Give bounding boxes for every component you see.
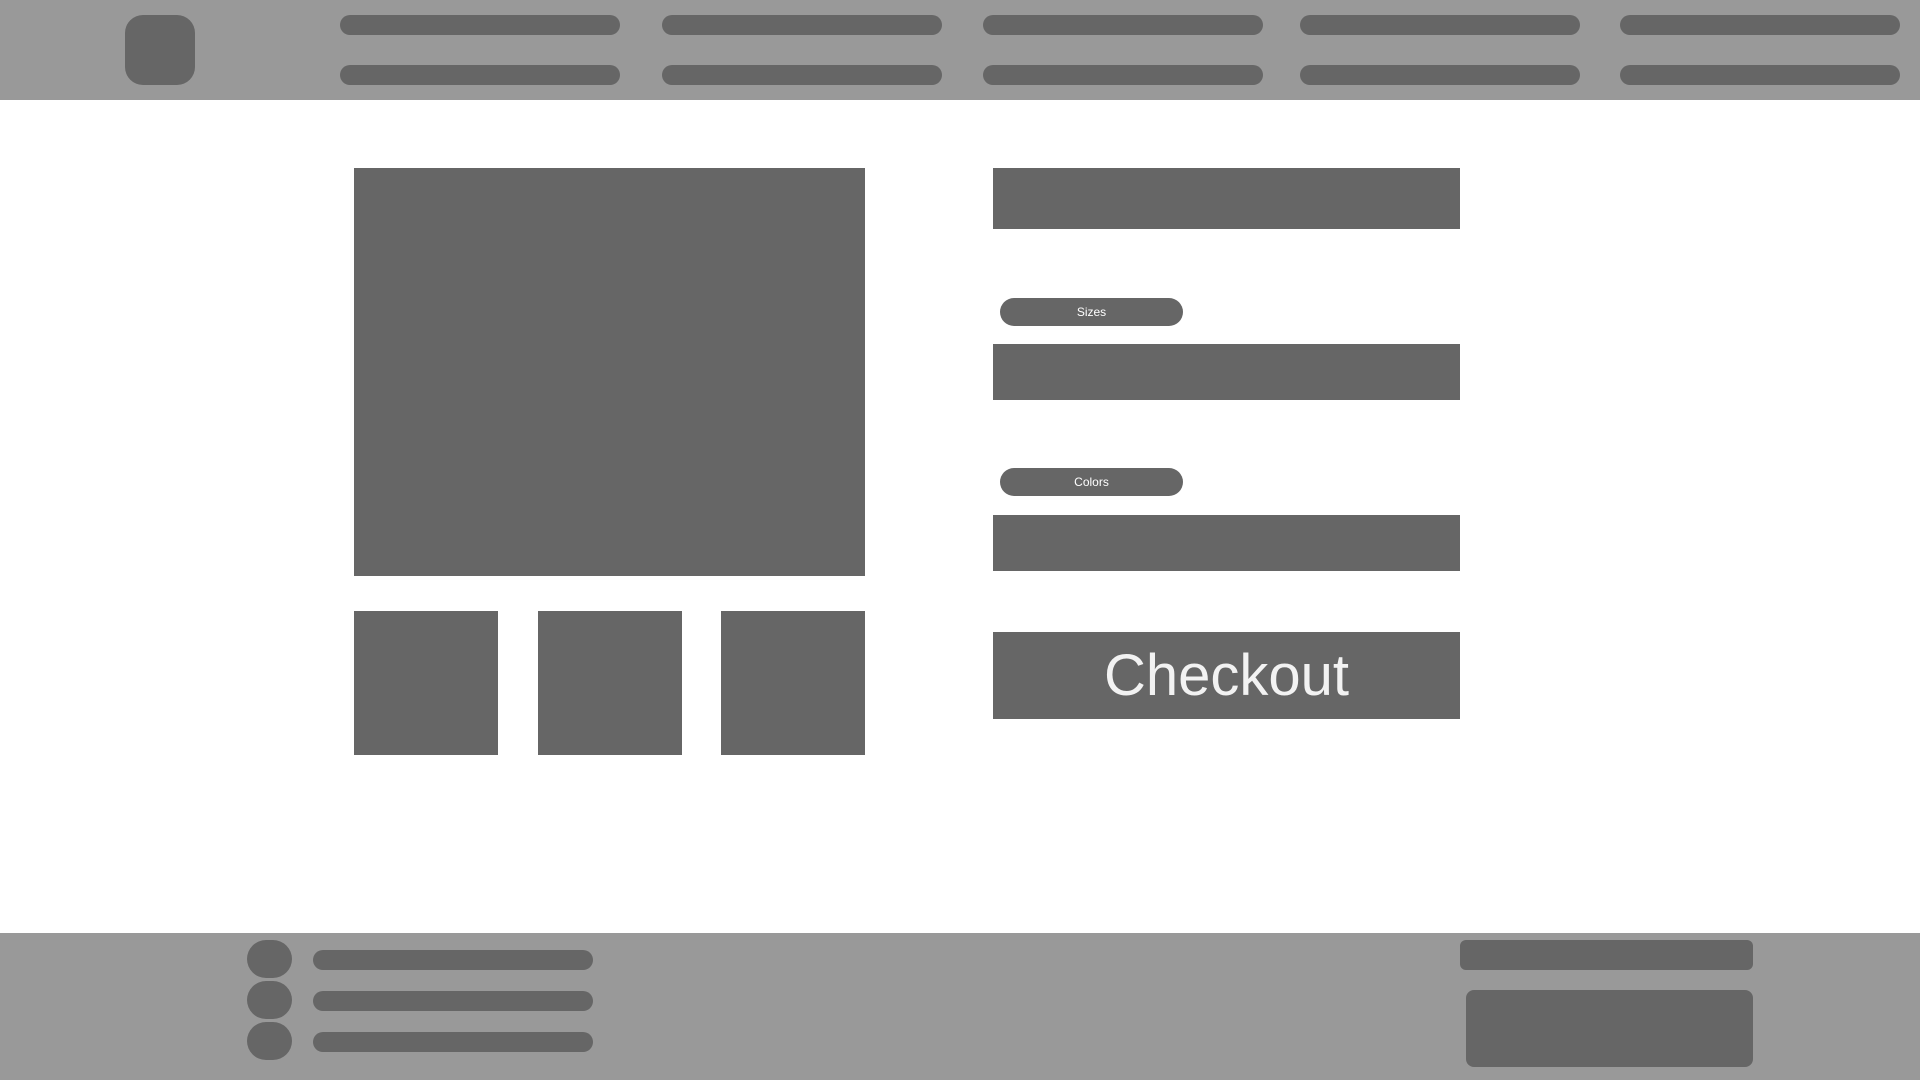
nav-link-7[interactable] — [662, 65, 942, 85]
product-thumbnail-1[interactable] — [354, 611, 498, 755]
sizes-label: Sizes — [1000, 298, 1183, 326]
nav-link-9[interactable] — [1300, 65, 1580, 85]
footer-link-3[interactable] — [313, 1032, 593, 1052]
site-header — [0, 0, 1920, 100]
footer-social-icon-3[interactable] — [247, 1022, 292, 1060]
product-main-image — [354, 168, 865, 576]
footer-social-icon-2[interactable] — [247, 981, 292, 1019]
nav-link-1[interactable] — [340, 15, 620, 35]
footer-input-field[interactable] — [1460, 940, 1753, 970]
footer-link-2[interactable] — [313, 991, 593, 1011]
product-thumbnail-3[interactable] — [721, 611, 865, 755]
checkout-button[interactable]: Checkout — [993, 632, 1460, 719]
site-footer — [0, 933, 1920, 1080]
product-thumbnail-2[interactable] — [538, 611, 682, 755]
product-title-placeholder — [993, 168, 1460, 229]
nav-link-8[interactable] — [983, 65, 1263, 85]
nav-link-2[interactable] — [662, 15, 942, 35]
logo[interactable] — [125, 15, 195, 85]
sizes-select[interactable] — [993, 344, 1460, 400]
colors-select[interactable] — [993, 515, 1460, 571]
nav-link-10[interactable] — [1620, 65, 1900, 85]
footer-submit-button[interactable] — [1466, 990, 1753, 1067]
nav-link-6[interactable] — [340, 65, 620, 85]
nav-link-5[interactable] — [1620, 15, 1900, 35]
nav-link-3[interactable] — [983, 15, 1263, 35]
footer-social-icon-1[interactable] — [247, 940, 292, 978]
colors-label: Colors — [1000, 468, 1183, 496]
nav-link-4[interactable] — [1300, 15, 1580, 35]
footer-link-1[interactable] — [313, 950, 593, 970]
